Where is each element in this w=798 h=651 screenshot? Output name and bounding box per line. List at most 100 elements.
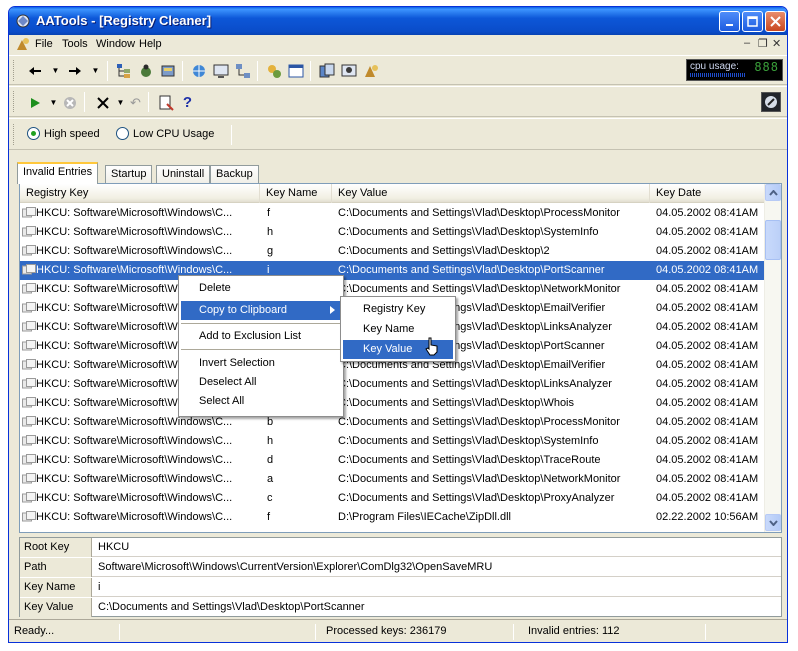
play-icon[interactable] (26, 94, 43, 111)
network-icon[interactable] (190, 62, 207, 79)
cell-key-value: C:\Documents and Settings\Vlad\Desktop\S… (338, 226, 599, 238)
table-row[interactable]: HKCU: Software\Microsoft\Windows\C... h C:… (20, 432, 766, 451)
table-row[interactable]: HKCU: Software\Microsoft\Windows\C... C:\… (20, 394, 766, 413)
detail-row: Path Software\Microsoft\Windows\CurrentV… (20, 558, 781, 577)
cell-registry-key: HKCU: Software\Microsoft\Windows\C... (36, 492, 233, 504)
table-row[interactable]: HKCU: Software\Microsoft\Windows\C... f C:… (20, 204, 766, 223)
high-speed-radio[interactable]: High speed (27, 127, 100, 140)
table-row[interactable]: HKCU: Software\Microsoft\Windows\C... a C:… (20, 470, 766, 489)
back-dropdown-icon[interactable]: ▼ (47, 62, 64, 79)
vertical-scrollbar[interactable] (764, 184, 781, 532)
child-restore-icon[interactable]: ❐ (758, 37, 768, 50)
scan-status-icon (761, 92, 781, 112)
high-speed-label: High speed (44, 127, 100, 140)
menu-copy-to-clipboard[interactable]: Copy to Clipboard (181, 301, 341, 320)
cpu-usage-digits: 888 (754, 60, 779, 74)
detail-label: Root Key (20, 538, 92, 557)
table-row[interactable]: HKCU: Software\Microsoft\Windows\C... c C:… (20, 489, 766, 508)
toolbar-separator (257, 61, 258, 81)
cell-key-date: 04.05.2002 08:41AM (656, 302, 759, 314)
cell-key-name: f (267, 511, 271, 523)
play-dropdown-icon[interactable]: ▼ (45, 94, 62, 111)
monitor-icon[interactable] (212, 62, 229, 79)
close-icon (770, 16, 781, 27)
scroll-down-icon (768, 519, 778, 526)
column-key-name[interactable]: Key Name (260, 184, 332, 203)
context-menu: Delete Copy to Clipboard Add to Exclusio… (178, 275, 344, 417)
cards-icon[interactable] (318, 62, 335, 79)
registry-entry-icon (22, 245, 36, 256)
child-minimize-icon[interactable]: – (744, 37, 750, 49)
bug-icon[interactable] (137, 62, 154, 79)
hierarchy-icon[interactable] (234, 62, 251, 79)
cell-key-value: C:\Documents and Settings\Vlad\Desktop\L… (338, 378, 612, 390)
registry-icon[interactable] (362, 62, 379, 79)
menu-file[interactable]: File (35, 38, 53, 50)
table-row[interactable]: HKCU: Software\Microsoft\Windows\C... f D:… (20, 508, 766, 527)
scroll-down-button[interactable] (765, 514, 781, 531)
menu-tools[interactable]: Tools (62, 38, 88, 50)
document-icon[interactable] (15, 37, 31, 52)
radio-checked-icon (27, 127, 40, 140)
cell-key-value: C:\Documents and Settings\Vlad\Desktop\P… (338, 492, 615, 504)
detail-row: Key Name i (20, 578, 781, 597)
minimize-button[interactable] (719, 11, 740, 32)
low-cpu-radio[interactable]: Low CPU Usage (116, 127, 214, 140)
toolbar-grip[interactable] (13, 124, 16, 145)
menu-window[interactable]: Window (96, 38, 135, 50)
menu-deselect-all[interactable]: Deselect All (181, 373, 341, 392)
table-row[interactable]: HKCU: Software\Microsoft\Windows\C... b C:… (20, 413, 766, 432)
action-toolbar: ▼ ▼ ↶ ? (9, 86, 787, 117)
toolbar-separator (231, 125, 232, 145)
help-icon[interactable]: ? (179, 94, 196, 111)
undo-icon[interactable]: ↶ (127, 94, 144, 111)
toolbar-grip[interactable] (13, 60, 16, 81)
child-close-icon[interactable]: ✕ (772, 37, 781, 50)
menu-add-to-exclusion-list[interactable]: Add to Exclusion List (181, 327, 341, 346)
scroll-up-button[interactable] (765, 184, 781, 201)
detail-value: Software\Microsoft\Windows\CurrentVersio… (98, 561, 493, 573)
back-arrow-icon[interactable] (26, 62, 43, 79)
cell-key-date: 04.05.2002 08:41AM (656, 359, 759, 371)
tab-startup[interactable]: Startup (105, 165, 153, 183)
forward-dropdown-icon[interactable]: ▼ (87, 62, 104, 79)
registry-entry-icon (22, 416, 36, 427)
cell-key-value: C:\Documents and Settings\Vlad\Desktop\2 (338, 245, 550, 257)
table-row[interactable]: HKCU: Software\Microsoft\Windows\C... d C:… (20, 451, 766, 470)
cpu-usage-meter: cpu usage: 888 (686, 59, 783, 81)
screen-icon[interactable] (340, 62, 357, 79)
cell-key-name: d (267, 454, 274, 466)
column-registry-key[interactable]: Registry Key (20, 184, 260, 203)
table-row[interactable]: HKCU: Software\Microsoft\Windows\C... h C:… (20, 223, 766, 242)
table-row[interactable]: HKCU: Software\Microsoft\Windows\C... g C:… (20, 242, 766, 261)
tab-invalid-entries[interactable]: Invalid Entries (17, 162, 99, 184)
tab-backup[interactable]: Backup (210, 165, 259, 183)
menu-invert-selection[interactable]: Invert Selection (181, 354, 341, 373)
table-row[interactable]: HKCU: Software\Microsoft\Windows\C... C:\… (20, 375, 766, 394)
maximize-button[interactable] (742, 11, 763, 32)
scroll-thumb[interactable] (765, 220, 781, 260)
column-key-value[interactable]: Key Value (332, 184, 650, 203)
tree-icon[interactable] (115, 62, 132, 79)
close-button[interactable] (765, 11, 786, 32)
menu-select-all[interactable]: Select All (181, 392, 341, 411)
window-icon[interactable] (287, 62, 304, 79)
properties-icon[interactable] (157, 94, 174, 111)
services-icon[interactable] (265, 62, 282, 79)
cell-key-date: 04.05.2002 08:41AM (656, 226, 759, 238)
app-window: AATools - [Registry Cleaner] File Tools … (8, 6, 788, 643)
delete-icon[interactable] (94, 94, 111, 111)
stop-icon[interactable] (61, 94, 78, 111)
toolbar-grip[interactable] (13, 91, 16, 112)
forward-arrow-icon[interactable] (66, 62, 83, 79)
column-key-date[interactable]: Key Date (650, 184, 766, 203)
submenu-registry-key[interactable]: Registry Key (343, 300, 453, 319)
title-bar[interactable]: AATools - [Registry Cleaner] (9, 7, 787, 35)
tab-uninstall[interactable]: Uninstall (156, 165, 211, 183)
toolbar-separator (182, 61, 183, 81)
menu-bar: File Tools Window Help – ❐ ✕ (9, 35, 787, 54)
table-row[interactable]: HKCU: Software\Microsoft\Windows\C... i C:… (20, 261, 766, 280)
memory-icon[interactable] (159, 62, 176, 79)
menu-help[interactable]: Help (139, 38, 162, 50)
menu-delete[interactable]: Delete (181, 279, 341, 298)
